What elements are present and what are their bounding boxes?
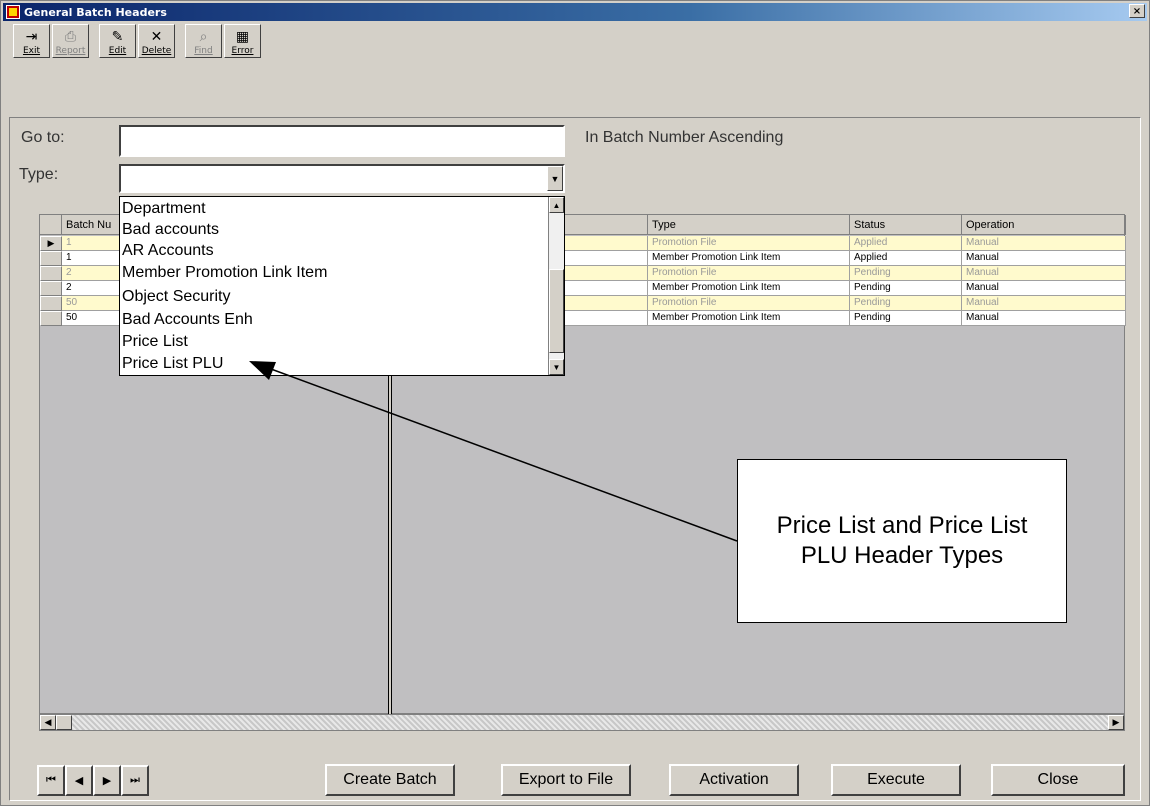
dropdown-option[interactable]: Price List PLU xyxy=(122,355,223,376)
window-title: General Batch Headers xyxy=(24,5,167,19)
operation-cell: Manual xyxy=(962,296,1126,311)
delete-label: Delete xyxy=(141,46,172,56)
type-label: Type: xyxy=(19,166,59,183)
scroll-left-arrow-icon[interactable]: ◀ xyxy=(40,715,56,730)
delete-x-icon: ✕ xyxy=(150,28,163,44)
type-cell: Promotion File xyxy=(648,266,850,281)
type-cell: Promotion File xyxy=(648,236,850,251)
scroll-down-arrow-icon[interactable]: ▼ xyxy=(549,359,564,375)
row-selector-header xyxy=(40,215,62,235)
type-cell: Member Promotion Link Item xyxy=(648,311,850,326)
goto-input[interactable] xyxy=(119,125,565,157)
dropdown-option[interactable]: Member Promotion Link Item xyxy=(122,264,327,285)
exit-button[interactable]: ⇥ Exit xyxy=(13,24,50,58)
error-label: Error xyxy=(231,46,254,56)
binoculars-icon: ⌕ xyxy=(199,28,208,44)
scroll-right-arrow-icon[interactable]: ▶ xyxy=(1108,715,1124,730)
close-button[interactable]: Close xyxy=(991,764,1125,796)
scroll-up-arrow-icon[interactable]: ▲ xyxy=(549,197,564,213)
activation-button[interactable]: Activation xyxy=(669,764,799,796)
previous-record-button[interactable]: ◀ xyxy=(65,765,93,796)
status-cell: Applied xyxy=(850,236,962,251)
row-selector[interactable] xyxy=(40,251,62,266)
edit-label: Edit xyxy=(108,46,127,56)
find-button[interactable]: ⌕ Find xyxy=(185,24,222,58)
type-cell: Member Promotion Link Item xyxy=(648,251,850,266)
export-to-file-button[interactable]: Export to File xyxy=(501,764,631,796)
exit-door-icon: ⇥ xyxy=(25,28,38,44)
close-window-button[interactable]: × xyxy=(1129,4,1145,18)
status-cell: Applied xyxy=(850,251,962,266)
row-selector[interactable] xyxy=(40,311,62,326)
error-button[interactable]: ▦ Error xyxy=(224,24,261,58)
type-combobox[interactable]: ▼ xyxy=(119,164,565,193)
dropdown-option[interactable]: Bad Accounts Enh xyxy=(122,311,253,332)
status-cell: Pending xyxy=(850,266,962,281)
first-record-button[interactable]: ⏮ xyxy=(37,765,65,796)
dropdown-option[interactable]: Price List xyxy=(122,333,188,354)
delete-button[interactable]: ✕ Delete xyxy=(138,24,175,58)
record-navigator: ⏮ ◀ ▶ ⏭ xyxy=(37,765,149,796)
goto-label: Go to: xyxy=(21,129,65,146)
sort-order-text: In Batch Number Ascending xyxy=(585,129,784,146)
type-cell: Promotion File xyxy=(648,296,850,311)
combo-dropdown-button[interactable]: ▼ xyxy=(547,166,563,191)
dropdown-option[interactable]: AR Accounts xyxy=(122,242,214,263)
status-cell: Pending xyxy=(850,311,962,326)
operation-cell: Manual xyxy=(962,266,1126,281)
column-header-operation[interactable]: Operation xyxy=(962,215,1126,235)
create-batch-button[interactable]: Create Batch xyxy=(325,764,455,796)
column-header-type[interactable]: Type xyxy=(648,215,850,235)
status-cell: Pending xyxy=(850,281,962,296)
dropdown-scroll-thumb[interactable] xyxy=(549,269,564,353)
column-header-status[interactable]: Status xyxy=(850,215,962,235)
last-record-button[interactable]: ⏭ xyxy=(121,765,149,796)
exit-label: Exit xyxy=(22,46,41,56)
row-selector[interactable] xyxy=(40,266,62,281)
type-cell: Member Promotion Link Item xyxy=(648,281,850,296)
annotation-callout: Price List and Price List PLU Header Typ… xyxy=(737,459,1067,623)
operation-cell: Manual xyxy=(962,251,1126,266)
grid-icon: ▦ xyxy=(235,28,250,44)
status-cell: Pending xyxy=(850,296,962,311)
row-selector[interactable] xyxy=(40,296,62,311)
report-label: Report xyxy=(55,46,86,56)
horizontal-scrollbar[interactable]: ◀ ▶ xyxy=(39,714,1125,731)
type-dropdown-list[interactable]: Department Bad accounts AR Accounts Memb… xyxy=(119,196,565,376)
dropdown-option[interactable]: Bad accounts xyxy=(122,221,219,242)
execute-button[interactable]: Execute xyxy=(831,764,961,796)
current-row-indicator-icon: ▶ xyxy=(40,236,62,251)
toolbar: ⇥ Exit ⎙ Report ✎ Edit ✕ Delete ⌕ Find ▦… xyxy=(13,24,263,78)
find-label: Find xyxy=(194,46,213,56)
edit-icon: ✎ xyxy=(111,28,124,44)
report-button[interactable]: ⎙ Report xyxy=(52,24,89,58)
dropdown-option[interactable]: Object Security xyxy=(122,288,230,309)
printer-icon: ⎙ xyxy=(64,28,77,44)
dropdown-scrollbar[interactable]: ▲ ▼ xyxy=(548,197,564,375)
main-window: General Batch Headers × ⇥ Exit ⎙ Report … xyxy=(0,0,1150,806)
scroll-thumb[interactable] xyxy=(56,715,72,730)
row-selector[interactable] xyxy=(40,281,62,296)
operation-cell: Manual xyxy=(962,281,1126,296)
title-bar: General Batch Headers × xyxy=(3,3,1147,21)
dropdown-option[interactable]: Department xyxy=(122,200,206,221)
edit-button[interactable]: ✎ Edit xyxy=(99,24,136,58)
next-record-button[interactable]: ▶ xyxy=(93,765,121,796)
app-icon xyxy=(6,5,20,19)
operation-cell: Manual xyxy=(962,311,1126,326)
operation-cell: Manual xyxy=(962,236,1126,251)
